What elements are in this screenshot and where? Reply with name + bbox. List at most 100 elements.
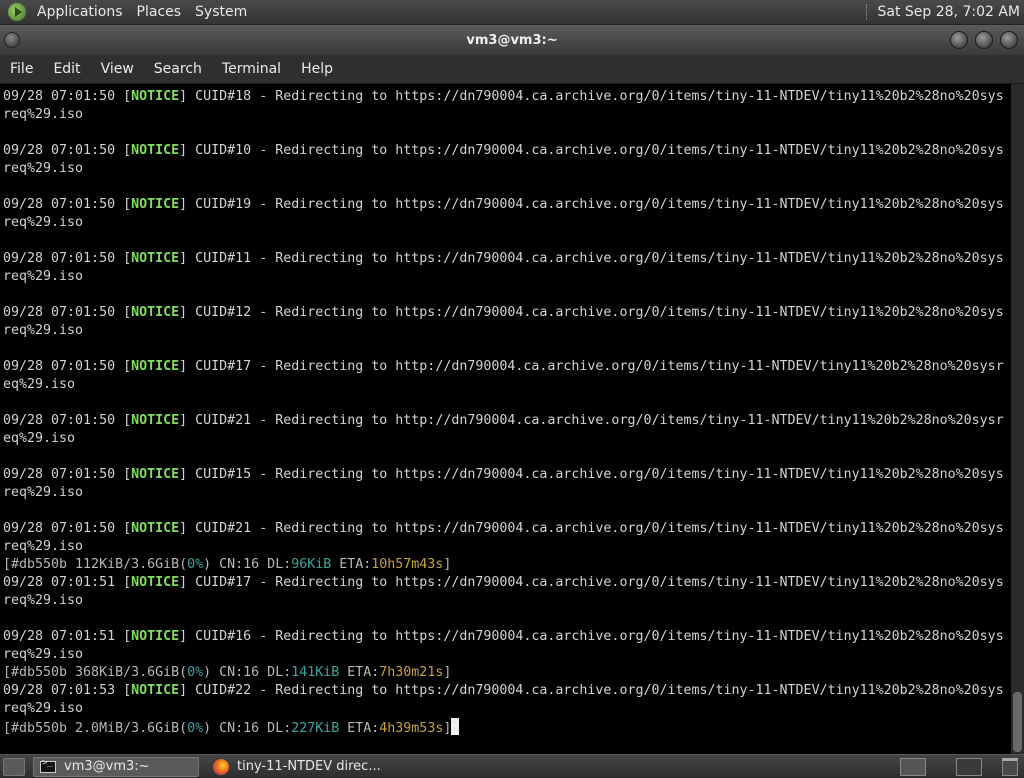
scrollbar-thumb[interactable] (1013, 692, 1022, 752)
terminal-text: ] CUID#11 - Redirecting to https://dn790… (179, 251, 1004, 266)
terminal-line: 09/28 07:01:50 [NOTICE] CUID#15 - Redire… (3, 466, 1011, 484)
terminal-text: ) CN:16 DL: (203, 557, 292, 572)
terminal-line: req%29.iso (3, 484, 1011, 502)
system-menu[interactable]: System (188, 4, 254, 20)
terminal-line: 09/28 07:01:50 [NOTICE] CUID#21 - Redire… (3, 412, 1011, 430)
terminal-text: [#db550b 112KiB/3.6GiB( (3, 557, 188, 572)
menu-edit[interactable]: Edit (43, 61, 90, 77)
terminal-line: 09/28 07:01:50 [NOTICE] CUID#10 - Redire… (3, 142, 1011, 160)
terminal-output[interactable]: 09/28 07:01:50 [NOTICE] CUID#18 - Redire… (0, 84, 1011, 754)
terminal-line: req%29.iso (3, 268, 1011, 286)
window-menu-icon[interactable] (4, 32, 20, 48)
terminal-text: ] (443, 557, 452, 572)
terminal-line: 09/28 07:01:50 [NOTICE] CUID#18 - Redire… (3, 88, 1011, 106)
terminal-text: 09/28 07:01:51 [ (3, 629, 132, 644)
terminal-text: 09/28 07:01:53 [ (3, 683, 132, 698)
terminal-text: 10h57m43s (371, 557, 444, 572)
window-titlebar[interactable]: vm3@vm3:~ (0, 25, 1024, 55)
terminal-text: 09/28 07:01:50 [ (3, 359, 132, 374)
terminal-text: ] CUID#17 - Redirecting to https://dn790… (179, 575, 1004, 590)
terminal-text: req%29.iso (3, 107, 84, 122)
notice-tag: NOTICE (131, 197, 180, 212)
terminal-text: 09/28 07:01:51 [ (3, 575, 132, 590)
terminal-line: 09/28 07:01:50 [NOTICE] CUID#17 - Redire… (3, 358, 1011, 376)
terminal-line: [#db550b 112KiB/3.6GiB(0%) CN:16 DL:96Ki… (3, 556, 1011, 574)
maximize-button[interactable] (975, 31, 993, 49)
notice-tag: NOTICE (131, 629, 180, 644)
notice-tag: NOTICE (131, 575, 180, 590)
notice-tag: NOTICE (131, 251, 180, 266)
panel-grip-icon (866, 4, 869, 20)
terminal-menubar: File Edit View Search Terminal Help (0, 55, 1024, 84)
terminal-text: ETA: (339, 721, 380, 736)
terminal-text: 09/28 07:01:50 [ (3, 413, 132, 428)
terminal-text: req%29.iso (3, 539, 84, 554)
close-button[interactable] (1000, 31, 1018, 49)
terminal-text: [#db550b 368KiB/3.6GiB( (3, 665, 188, 680)
terminal-text: req%29.iso (3, 701, 84, 716)
terminal-text: ] CUID#15 - Redirecting to https://dn790… (179, 467, 1004, 482)
notice-tag: NOTICE (131, 89, 180, 104)
terminal-text: ] (443, 721, 452, 736)
distro-logo-icon[interactable] (8, 3, 26, 21)
show-desktop-button[interactable] (3, 757, 25, 776)
terminal-line: req%29.iso (3, 214, 1011, 232)
terminal-text: 0% (187, 665, 204, 680)
menu-view[interactable]: View (91, 61, 144, 77)
terminal-text: ] CUID#17 - Redirecting to http://dn7900… (179, 359, 1004, 374)
terminal-line: eq%29.iso (3, 376, 1011, 394)
terminal-line: req%29.iso (3, 538, 1011, 556)
terminal-line: req%29.iso (3, 160, 1011, 178)
window-title: vm3@vm3:~ (466, 32, 558, 48)
terminal-scrollbar[interactable] (1011, 84, 1024, 754)
menu-search[interactable]: Search (144, 61, 212, 77)
task-firefox[interactable]: tiny-11-NTDEV direc... (207, 757, 387, 777)
terminal-text: 09/28 07:01:50 [ (3, 143, 132, 158)
terminal-text: 4h39m53s (379, 721, 444, 736)
minimize-button[interactable] (950, 31, 968, 49)
menu-help[interactable]: Help (291, 61, 343, 77)
terminal-text: eq%29.iso (3, 431, 76, 446)
terminal-text: req%29.iso (3, 323, 84, 338)
terminal-text: req%29.iso (3, 593, 84, 608)
places-menu[interactable]: Places (130, 4, 189, 20)
terminal-text: 227KiB (291, 721, 340, 736)
terminal-text: ] CUID#22 - Redirecting to https://dn790… (179, 683, 1004, 698)
task-label: vm3@vm3:~ (64, 759, 150, 774)
trash-icon[interactable] (1002, 757, 1018, 776)
clock-applet[interactable]: Sat Sep 28, 7:02 AM (866, 4, 1024, 20)
terminal-text: req%29.iso (3, 485, 84, 500)
terminal-line: req%29.iso (3, 700, 1011, 718)
terminal-text: req%29.iso (3, 269, 84, 284)
clock-text: Sat Sep 28, 7:02 AM (877, 4, 1020, 20)
terminal-text: ] CUID#18 - Redirecting to https://dn790… (179, 89, 1004, 104)
terminal-text: ] CUID#16 - Redirecting to https://dn790… (179, 629, 1004, 644)
terminal-text: ETA: (339, 665, 380, 680)
terminal-line: req%29.iso (3, 322, 1011, 340)
notice-tag: NOTICE (131, 683, 180, 698)
terminal-text: 96KiB (291, 557, 332, 572)
terminal-text: eq%29.iso (3, 377, 76, 392)
workspace-2-button[interactable] (956, 757, 982, 776)
terminal-text: 141KiB (291, 665, 340, 680)
terminal-line: 09/28 07:01:50 [NOTICE] CUID#19 - Redire… (3, 196, 1011, 214)
terminal-text: ] CUID#19 - Redirecting to https://dn790… (179, 197, 1004, 212)
task-label: tiny-11-NTDEV direc... (237, 759, 381, 774)
menu-file[interactable]: File (0, 61, 43, 77)
menu-terminal[interactable]: Terminal (212, 61, 291, 77)
terminal-line: req%29.iso (3, 646, 1011, 664)
terminal-text: 09/28 07:01:50 [ (3, 305, 132, 320)
terminal-text: req%29.iso (3, 647, 84, 662)
terminal-line: eq%29.iso (3, 430, 1011, 448)
terminal-text: 09/28 07:01:50 [ (3, 89, 132, 104)
task-terminal[interactable]: vm3@vm3:~ (33, 756, 199, 777)
bottom-taskbar: vm3@vm3:~ tiny-11-NTDEV direc... (0, 754, 1024, 778)
workspace-1-button[interactable] (900, 757, 926, 776)
applications-menu[interactable]: Applications (30, 4, 130, 20)
terminal-line: 09/28 07:01:53 [NOTICE] CUID#22 - Redire… (3, 682, 1011, 700)
